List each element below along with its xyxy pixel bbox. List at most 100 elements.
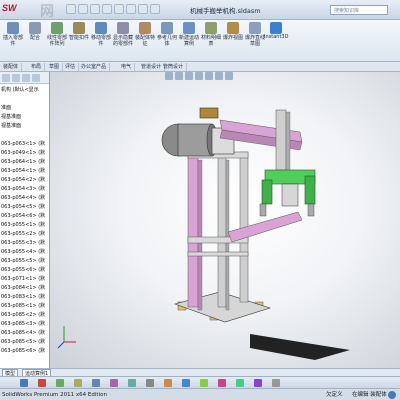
tree-item[interactable]: 063-p055<3> (默 bbox=[0, 239, 50, 248]
property-manager-icon[interactable] bbox=[12, 74, 20, 82]
ribbon-button-show-hidden[interactable]: 显示隐藏的零部件 bbox=[112, 22, 134, 47]
ribbon-button-move-component[interactable]: 移动零部件 bbox=[90, 22, 112, 47]
tree-item[interactable]: 063-p054<3> (默 bbox=[0, 185, 50, 194]
taskbar-app-icon[interactable] bbox=[254, 379, 262, 387]
tree-item[interactable]: 063-p071<1> (默 bbox=[0, 275, 50, 284]
tree-item[interactable]: 063-p063<1> (默 bbox=[0, 140, 50, 149]
robot-arm-model[interactable] bbox=[50, 72, 400, 368]
ribbon-button-label: 线性零部件阵列 bbox=[46, 35, 67, 47]
taskbar bbox=[0, 376, 400, 388]
tree-item[interactable]: 063-p083<1> (默 bbox=[0, 293, 50, 302]
taskbar-app-icon[interactable] bbox=[146, 379, 154, 387]
taskbar-app-icon[interactable] bbox=[20, 379, 28, 387]
help-icon[interactable] bbox=[388, 391, 396, 399]
feature-tree-icon[interactable] bbox=[2, 74, 10, 82]
ribbon-button-exploded-view[interactable]: 爆炸视图 bbox=[222, 22, 244, 41]
tree-item[interactable]: 063-p085<6> (默 bbox=[0, 347, 50, 356]
taskbar-app-icon[interactable] bbox=[164, 379, 172, 387]
tab-3[interactable]: 评估 bbox=[62, 63, 80, 71]
options-icon[interactable] bbox=[150, 4, 160, 14]
tree-item[interactable]: 准面 bbox=[0, 104, 50, 113]
save-icon[interactable] bbox=[90, 4, 100, 14]
tab-1[interactable]: 布局 bbox=[28, 63, 46, 71]
taskbar-app-icon[interactable] bbox=[92, 379, 100, 387]
ribbon-button-bom[interactable]: 材料明细表 bbox=[200, 22, 222, 47]
taskbar-app-icon[interactable] bbox=[128, 379, 136, 387]
tree-item[interactable]: 063-p085<2> (默 bbox=[0, 311, 50, 320]
new-file-icon[interactable] bbox=[66, 4, 76, 14]
exploded-view-icon bbox=[227, 22, 239, 34]
smart-fastener-icon bbox=[73, 22, 85, 34]
tab-2[interactable]: 草图 bbox=[46, 63, 64, 71]
configuration-icon[interactable] bbox=[22, 74, 30, 82]
undo-icon[interactable] bbox=[114, 4, 124, 14]
tree-item[interactable]: 063-p055<4> (默 bbox=[0, 248, 50, 257]
open-file-icon[interactable] bbox=[78, 4, 88, 14]
taskbar-app-icon[interactable] bbox=[38, 379, 46, 387]
bottom-tabs: 模型 运动算例1 bbox=[0, 368, 400, 377]
graphics-area[interactable] bbox=[50, 72, 400, 368]
tree-item[interactable]: 063-p085<5> (默 bbox=[0, 338, 50, 347]
tree-item[interactable]: 机构 (默认<显示 bbox=[0, 86, 50, 95]
search-input[interactable]: 搜索知识库 bbox=[330, 5, 388, 15]
ribbon-button-label: 显示隐藏的零部件 bbox=[112, 35, 133, 47]
taskbar-app-icon[interactable] bbox=[182, 379, 190, 387]
ribbon-button-assembly-feature[interactable]: 装配体特征 bbox=[134, 22, 156, 47]
tab-7[interactable]: 管筒设计 bbox=[160, 63, 188, 71]
tree-item[interactable]: 063-p054<1> (默 bbox=[0, 167, 50, 176]
move-component-icon bbox=[95, 22, 107, 34]
taskbar-app-icon[interactable] bbox=[236, 379, 244, 387]
ribbon-button-label: 材料明细表 bbox=[200, 35, 221, 47]
select-icon[interactable] bbox=[126, 4, 136, 14]
coordinate-triad bbox=[57, 326, 76, 349]
taskbar-app-icon[interactable] bbox=[218, 379, 226, 387]
tab-0[interactable]: 装配体 bbox=[0, 63, 23, 71]
tree-item[interactable]: 063-p064<1> (默 bbox=[0, 158, 50, 167]
ribbon-button-reference-geometry[interactable]: 参考几何体 bbox=[156, 22, 178, 47]
tree-item[interactable] bbox=[0, 131, 50, 140]
instant3d-icon[interactable] bbox=[270, 22, 282, 34]
tree-item[interactable]: 视基准面 bbox=[0, 113, 50, 122]
tree-item[interactable]: 063-p085<1> (默 bbox=[0, 302, 50, 311]
taskbar-app-icon[interactable] bbox=[200, 379, 208, 387]
tree-item[interactable]: 视基准面 bbox=[0, 122, 50, 131]
solidworks-logo[interactable]: SW bbox=[2, 3, 42, 17]
tree-item[interactable]: 063-p049<1> (默 bbox=[0, 149, 50, 158]
ribbon-button-label: 装配体特征 bbox=[134, 35, 155, 47]
tree-item[interactable]: 063-p055<2> (默 bbox=[0, 230, 50, 239]
taskbar-app-icon[interactable] bbox=[272, 379, 280, 387]
motion-study-icon bbox=[183, 22, 195, 34]
watermark: 网 bbox=[40, 5, 54, 20]
ribbon-button-linear-pattern[interactable]: 线性零部件阵列 bbox=[46, 22, 68, 47]
ribbon-button-label: 爆炸视图 bbox=[222, 35, 243, 41]
tree-item[interactable]: 063-p055<6> (默 bbox=[0, 266, 50, 275]
tree-item[interactable]: 063-p055<1> (默 bbox=[0, 221, 50, 230]
panel-toolbar bbox=[0, 72, 49, 84]
tab-5[interactable]: 电气 bbox=[118, 63, 136, 71]
tab-4[interactable]: 办公室产品 bbox=[78, 63, 111, 71]
tree-item[interactable]: 063-p054<2> (默 bbox=[0, 176, 50, 185]
tree-item[interactable]: 063-p054<5> (默 bbox=[0, 203, 50, 212]
ribbon-button-smart-fastener[interactable]: 智能扣件 bbox=[68, 22, 90, 41]
ribbon-button-insert-component[interactable]: 插入零部件 bbox=[2, 22, 24, 47]
bom-icon bbox=[205, 22, 217, 34]
rebuild-icon[interactable] bbox=[138, 4, 148, 14]
tree-item[interactable]: 063-p085<4> (默 bbox=[0, 329, 50, 338]
tree-item[interactable]: 063-p085<3> (默 bbox=[0, 320, 50, 329]
dimxpert-icon[interactable] bbox=[32, 74, 40, 82]
taskbar-app-icon[interactable] bbox=[74, 379, 82, 387]
lower-arm bbox=[227, 211, 303, 243]
tree-item[interactable]: 063-p084<1> (默 bbox=[0, 284, 50, 293]
taskbar-app-icon[interactable] bbox=[56, 379, 64, 387]
tree-item[interactable]: 063-p055<5> (默 bbox=[0, 257, 50, 266]
print-icon[interactable] bbox=[102, 4, 112, 14]
document-title: 机械手搬举机构.sldasm bbox=[190, 7, 261, 15]
ribbon-button-motion-study[interactable]: 新建运动算例 bbox=[178, 22, 200, 47]
ribbon-button-mate[interactable]: 配合 bbox=[24, 22, 46, 41]
tree-item[interactable]: 063-p054<6> (默 bbox=[0, 212, 50, 221]
ribbon-button-explode-line[interactable]: 爆炸直线草图 bbox=[244, 22, 266, 47]
ribbon-button-label: 爆炸直线草图 bbox=[244, 35, 265, 47]
tree-item[interactable]: 063-p054<4> (默 bbox=[0, 194, 50, 203]
tree-item[interactable] bbox=[0, 95, 50, 104]
taskbar-app-icon[interactable] bbox=[110, 379, 118, 387]
